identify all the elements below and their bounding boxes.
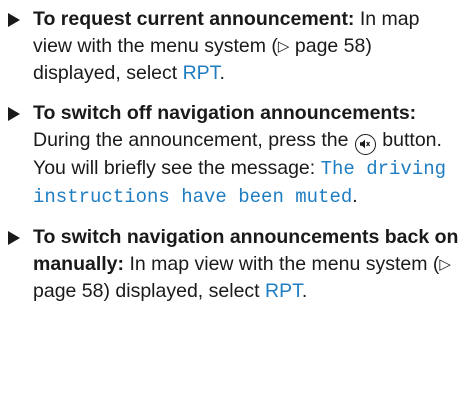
item-text: In map view with the menu system ( bbox=[124, 252, 440, 275]
menu-option-rpt: RPT bbox=[265, 279, 302, 302]
page-reference-icon: ▷ bbox=[277, 38, 290, 55]
list-item-request-announcement: To request current announcement: In map … bbox=[0, 6, 443, 87]
item-text: ) displayed, select bbox=[103, 279, 265, 302]
page-reference[interactable]: page 58 bbox=[289, 35, 366, 57]
list-item-switch-off-announcements: To switch off navigation announcements: … bbox=[0, 100, 449, 211]
page-reference[interactable]: page 58 bbox=[33, 280, 104, 302]
bullet-triangle-icon bbox=[8, 107, 20, 121]
item-lead: To request current announcement: bbox=[33, 8, 355, 30]
item-lead: To switch off navigation announcements: bbox=[33, 102, 417, 124]
bullet-triangle-icon bbox=[8, 230, 20, 245]
page-reference-icon: ▷ bbox=[439, 255, 451, 273]
item-text: During the announcement, press the bbox=[33, 129, 354, 151]
menu-option-rpt: RPT bbox=[182, 62, 220, 84]
item-text: . bbox=[301, 279, 308, 302]
item-text: . bbox=[219, 62, 225, 84]
item-text: . bbox=[352, 184, 358, 207]
mute-button-icon bbox=[354, 133, 376, 155]
list-item-switch-on-announcements: To switch navigation announcements back … bbox=[0, 224, 463, 305]
instruction-list: To request current announcement: In map … bbox=[0, 6, 464, 305]
bullet-triangle-icon bbox=[8, 13, 20, 27]
